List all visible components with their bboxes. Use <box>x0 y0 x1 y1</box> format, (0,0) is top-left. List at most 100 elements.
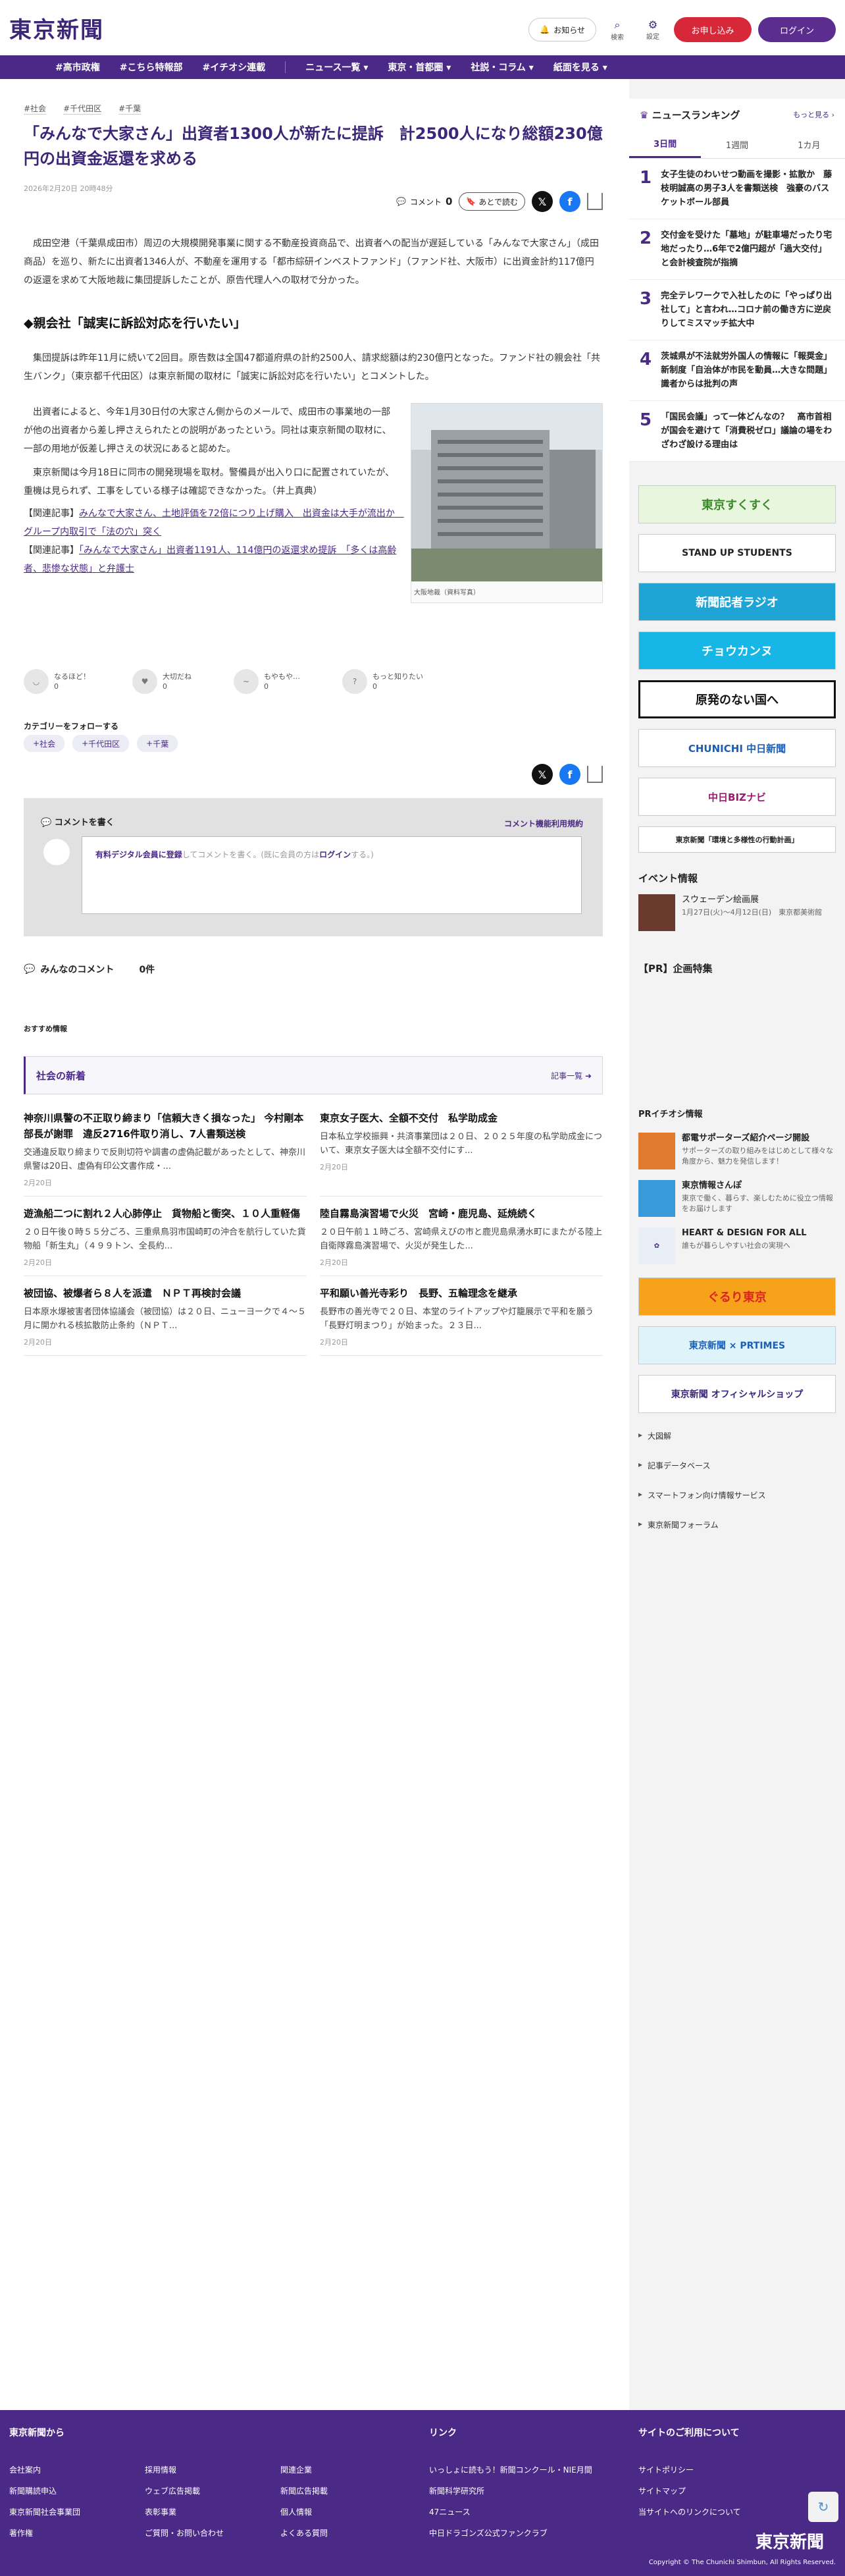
notice-button[interactable]: 🔔 お知らせ <box>528 18 596 41</box>
banner-gururi-tokyo[interactable]: ぐるり東京 <box>638 1277 836 1316</box>
ranking-item[interactable]: 2 交付金を受けた「墓地」が駐車場だったり宅地だったり…6年で2億円超が「過大交付… <box>629 219 845 280</box>
footer-link[interactable]: 新聞科学研究所 <box>429 2485 484 2496</box>
side-link[interactable]: スマートフォン向け情報サービス <box>629 1489 845 1501</box>
banner-prtimes[interactable]: 東京新聞 × PRTIMES <box>638 1326 836 1364</box>
footer-link[interactable]: 新聞購読申込 <box>9 2485 57 2496</box>
register-link[interactable]: 有料デジタル会員に登録 <box>95 850 182 859</box>
footer-link[interactable]: ご質問・お問い合わせ <box>145 2527 224 2538</box>
nav-item[interactable]: 社説・コラム ▾ <box>471 61 534 74</box>
tab-1week[interactable]: 1週間 <box>701 130 773 158</box>
follow-tag[interactable]: + 千葉 <box>137 735 178 752</box>
footer-link[interactable]: いっしょに読もう！新聞コンクール・NIE月間 <box>429 2464 592 2475</box>
pr-item[interactable]: 東京情報さんぽ 東京で働く、暮らす、楽しむために役立つ情報をお届けします <box>629 1180 845 1217</box>
banner-environment[interactable]: 東京新聞「環境と多様性の行動計画」 <box>638 826 836 853</box>
news-card[interactable]: 東京女子医大、全額不交付 私学助成金 日本私立学校振興・共済事業団は２０日、２０２… <box>320 1101 603 1196</box>
facebook-share-icon[interactable]: f <box>559 191 580 212</box>
reaction-count: 0 <box>163 682 167 691</box>
footer-link[interactable]: 著作権 <box>9 2527 33 2538</box>
footer-link[interactable]: サイトポリシー <box>638 2464 694 2475</box>
x-share-icon[interactable]: 𝕏 <box>532 191 553 212</box>
bell-icon: 🔔 <box>540 25 550 34</box>
footer-link[interactable]: 47ニュース <box>429 2506 471 2517</box>
ranking-more-link[interactable]: もっと見る › <box>793 109 834 120</box>
footer-link[interactable]: 個人情報 <box>280 2506 312 2517</box>
login-link[interactable]: ログイン <box>319 850 351 859</box>
banner-official-shop[interactable]: 東京新聞 オフィシャルショップ <box>638 1375 836 1413</box>
nav-item[interactable]: #イチオシ連載 <box>202 61 265 74</box>
follow-tag[interactable]: + 社会 <box>24 735 65 752</box>
comment-count[interactable]: 💬 コメント 0 <box>396 196 452 207</box>
news-card[interactable]: 遊漁船二つに割れ２人心肺停止 貨物船と衝突、１０人重軽傷 ２０日午後０時５５分ごろ… <box>24 1196 307 1276</box>
ranking-item[interactable]: 5 「国民会議」って一体どんなの？ 高市首相が国会を避けて「消費税ゼロ」議論の場を… <box>629 401 845 462</box>
related-link[interactable]: みんなで大家さん、土地評価を72倍につり上げ購入 出資金は大手が流出か グループ… <box>24 508 404 537</box>
nav-item[interactable]: 紙面を見る ▾ <box>553 61 607 74</box>
comment-box: 💬 コメントを書く コメント機能利用規約 有料デジタル会員に登録してコメントを書… <box>24 798 603 936</box>
nav-item[interactable]: #高市政権 <box>55 61 100 74</box>
ranking-item[interactable]: 4 茨城県が不法就労外国人の情報に「報奨金」新制度「自治体が市民を動員…大きな問題… <box>629 340 845 401</box>
facebook-share-icon[interactable]: f <box>559 764 580 785</box>
news-card[interactable]: 神奈川県警の不正取り締まり「信頼大きく損なった」 今村剛本部長が謝罪 違反271… <box>24 1101 307 1196</box>
reaction-button[interactable]: ? もっと知りたい 0 <box>342 669 423 694</box>
footer-link[interactable]: よくある質問 <box>280 2527 328 2538</box>
related-link[interactable]: 「みんなで大家さん」出資者1191人、114億円の返還求め提訴 「多くは高齢者、… <box>24 545 396 574</box>
banner-biz-navi[interactable]: 中日BIZナビ <box>638 778 836 816</box>
search-button[interactable]: ⌕ 検索 <box>603 18 632 41</box>
ranking-item[interactable]: 3 完全テレワークで入社したのに「やっぱり出社して」と言われ…コロナ前の働き方に逆… <box>629 280 845 340</box>
article-photo[interactable]: 大阪地裁（資料写真） <box>411 403 603 603</box>
nav-item[interactable]: ニュース一覧 ▾ <box>305 61 368 74</box>
footer-link[interactable]: 中日ドラゴンズ公式ファンクラブ <box>429 2527 548 2538</box>
side-link[interactable]: 記事データベース <box>629 1460 845 1471</box>
news-card[interactable]: 陸自霧島演習場で火災 宮崎・鹿児島、延焼続く ２０日午前１１時ごろ、宮崎県えびの市… <box>320 1196 603 1276</box>
ranking-list: 1 女子生徒のわいせつ動画を撮影・拡散か 藤枝明誠高の男子3人を書類送検 強豪のバ… <box>629 159 845 462</box>
pr-item[interactable]: ✿ HEART & DESIGN FOR ALL 誰もが暮らしやすい社会の実現へ <box>629 1227 845 1264</box>
footer-link[interactable]: 会社案内 <box>9 2464 41 2475</box>
banner-chunichi[interactable]: CHUNICHI 中日新聞 <box>638 729 836 767</box>
news-card[interactable]: 平和願い善光寺彩り 長野、五輪理念を継承 長野市の善光寺で２０日、本堂のライトアッ… <box>320 1276 603 1356</box>
banner-radio[interactable]: 新聞記者ラジオ <box>638 583 836 621</box>
social-more-link[interactable]: 記事一覧 ➜ <box>551 1070 592 1081</box>
share-icon[interactable] <box>587 193 603 210</box>
footer-link[interactable]: 当サイトへのリンクについて <box>638 2506 741 2517</box>
reaction-button[interactable]: ~ もやもや… 0 <box>234 669 300 694</box>
footer-link[interactable]: ウェブ広告掲載 <box>145 2485 200 2496</box>
nav-item[interactable]: 東京・首都圏 ▾ <box>388 61 451 74</box>
reaction-label: 大切だね <box>163 672 192 681</box>
read-later-button[interactable]: 🔖 あとで読む <box>459 192 525 211</box>
x-share-icon[interactable]: 𝕏 <box>532 764 553 785</box>
footer-link[interactable]: 採用情報 <box>145 2464 176 2475</box>
ranking-number: 4 <box>640 350 652 369</box>
share-icon[interactable] <box>587 766 603 783</box>
pr-item[interactable]: 都電サポーターズ紹介ページ開設 サポーターズの取り組みをはじめとして様々な角度から… <box>629 1133 845 1169</box>
reaction-button[interactable]: ◡ なるほど！ 0 <box>24 669 90 694</box>
tab-1month[interactable]: 1カ月 <box>773 130 845 158</box>
side-link[interactable]: 東京新聞フォーラム <box>629 1519 845 1530</box>
apply-button[interactable]: お申し込み <box>674 17 752 42</box>
footer-link[interactable]: サイトマップ <box>638 2485 686 2496</box>
ranking-item[interactable]: 1 女子生徒のわいせつ動画を撮影・拡散か 藤枝明誠高の男子3人を書類送検 強豪のバ… <box>629 159 845 219</box>
side-link[interactable]: 大図解 <box>629 1430 845 1441</box>
tag-link[interactable]: #千代田区 <box>63 103 102 115</box>
footer-link[interactable]: 関連企業 <box>280 2464 312 2475</box>
settings-button[interactable]: ⚙ 設定 <box>638 18 667 41</box>
tab-3days[interactable]: 3日間 <box>629 130 702 158</box>
site-logo[interactable]: 東京新聞 <box>9 12 104 44</box>
comment-rules-link[interactable]: コメント機能利用規約 <box>504 818 583 829</box>
banner-chokanu[interactable]: チョウカンヌ <box>638 631 836 670</box>
news-card[interactable]: 被団協、被爆者ら８人を派遣 ＮＰＴ再検討会議 日本原水爆被害者団体協議会（被団協）… <box>24 1276 307 1356</box>
banner-no-nuclear[interactable]: 原発のない国へ <box>638 680 836 718</box>
banner-sukusuku[interactable]: 東京すくすく <box>638 485 836 523</box>
reaction-button[interactable]: ♥ 大切だね 0 <box>132 669 192 694</box>
footer-link[interactable]: 新聞広告掲載 <box>280 2485 328 2496</box>
all-comments-title: みんなのコメント <box>40 965 115 975</box>
tag-link[interactable]: #千葉 <box>118 103 141 115</box>
follow-tag[interactable]: + 千代田区 <box>72 735 130 752</box>
login-button[interactable]: ログイン <box>758 17 836 42</box>
tag-link[interactable]: #社会 <box>24 103 47 115</box>
banner-stand-up-students[interactable]: STAND UP STUDENTS <box>638 534 836 572</box>
comment-label: コメント <box>409 197 442 207</box>
comment-textarea[interactable]: 有料デジタル会員に登録してコメントを書く。(既に会員の方はログインする。) <box>82 836 582 914</box>
nav-item[interactable]: #こちら特報部 <box>120 61 183 74</box>
event-item[interactable]: スウェーデン絵画展 1月27日(火)〜4月12日(日) 東京都美術館 <box>629 894 845 931</box>
footer-link[interactable]: 東京新聞社会事業団 <box>9 2506 80 2517</box>
footer-link[interactable]: 表彰事業 <box>145 2506 176 2517</box>
